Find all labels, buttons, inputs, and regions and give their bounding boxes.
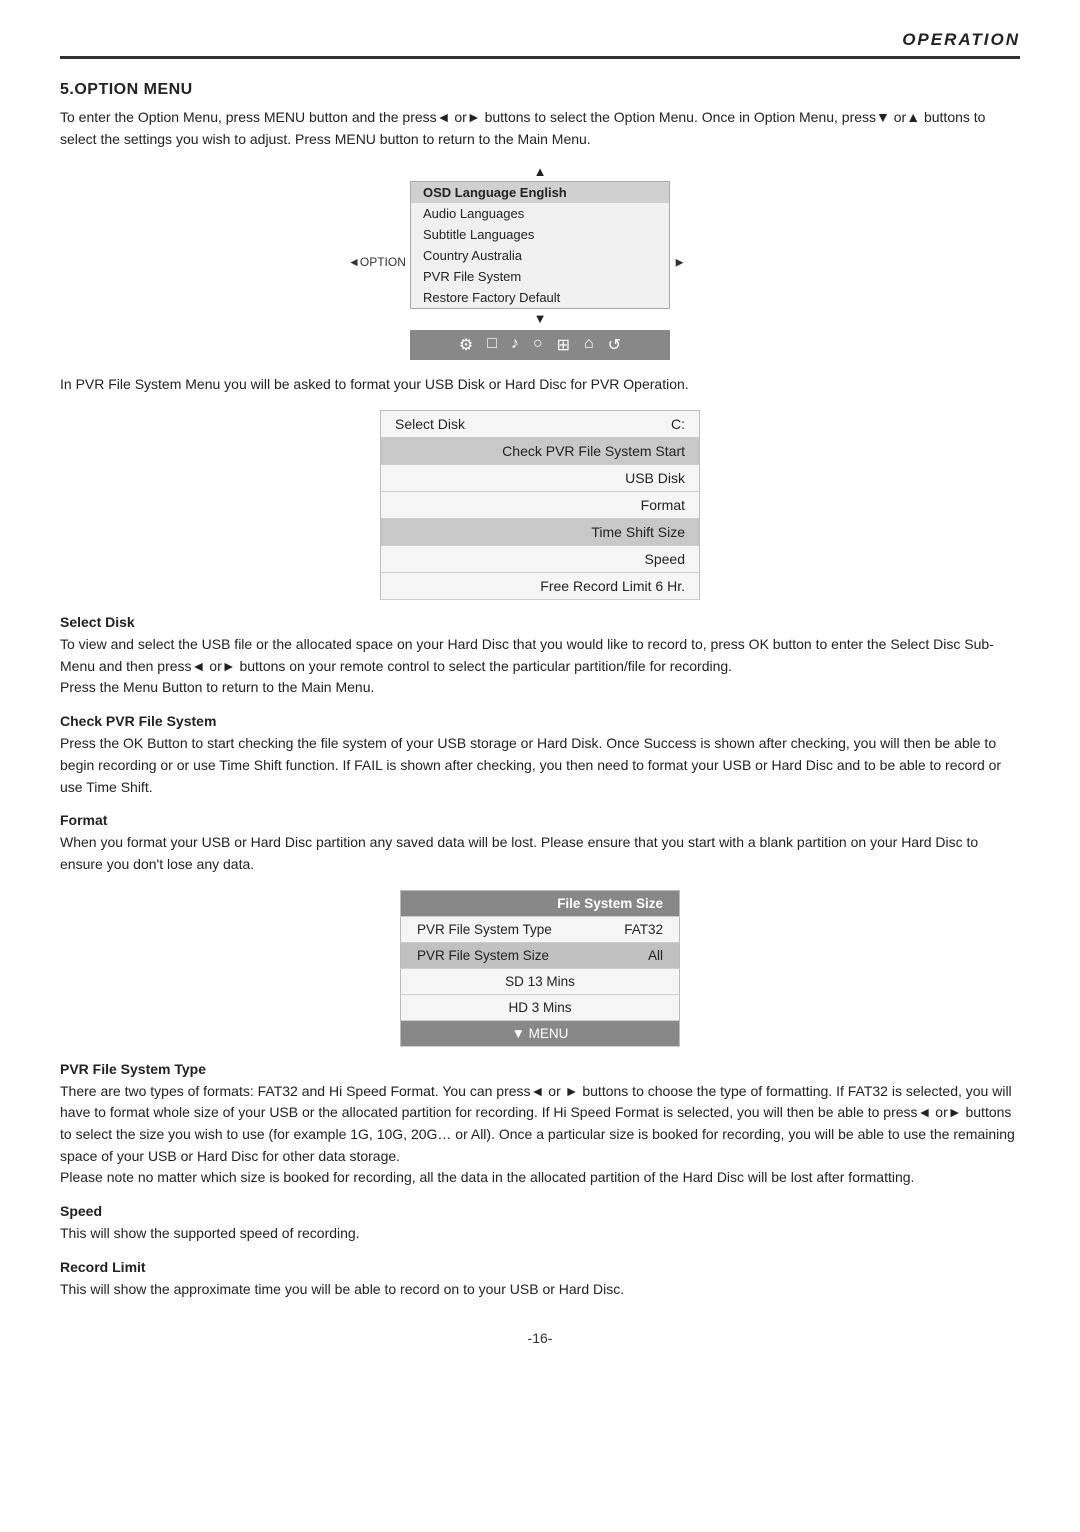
- osd-menu-container: ▲ ◄OPTION OSD Language English Audio Lan…: [410, 164, 670, 360]
- record-limit-body: This will show the approximate time you …: [60, 1279, 1020, 1301]
- format-body: When you format your USB or Hard Disc pa…: [60, 832, 1020, 875]
- osd-menu-item-1: Audio Languages: [411, 203, 669, 224]
- icon-gear: ⚙: [459, 335, 473, 355]
- intro-text: To enter the Option Menu, press MENU but…: [60, 107, 1020, 150]
- pvr-row-6-label: Free Record Limit 6 Hr.: [381, 573, 700, 600]
- pvr-description: In PVR File System Menu you will be aske…: [60, 374, 1020, 396]
- fs-menu-center: File System Size PVR File System Type FA…: [60, 890, 1020, 1047]
- pvr-row-3-label: Format: [381, 492, 700, 519]
- pvr-row-2-label: USB Disk: [381, 465, 700, 492]
- osd-icons-row: ⚙ □ ♪ ○ ⊞ ⌂ ↺: [410, 330, 670, 360]
- record-limit-title: Record Limit: [60, 1259, 1020, 1275]
- osd-menu-box: OSD Language English Audio Languages Sub…: [410, 181, 670, 309]
- icon-refresh: ↺: [608, 335, 621, 355]
- osd-menu-item-5: Restore Factory Default: [411, 287, 669, 308]
- pvr-row-0-label: Select Disk: [381, 411, 604, 438]
- osd-arrow-down: ▼: [410, 311, 670, 326]
- osd-menu-item-2: Subtitle Languages: [411, 224, 669, 245]
- speed-body: This will show the supported speed of re…: [60, 1223, 1020, 1245]
- icon-circle: ○: [533, 335, 543, 355]
- pvr-row-3: Format: [381, 492, 700, 519]
- pvr-row-1: Check PVR File System Start: [381, 438, 700, 465]
- pvr-row-1-label: Check PVR File System Start: [381, 438, 700, 465]
- fs-header-row: File System Size: [401, 890, 680, 916]
- speed-title: Speed: [60, 1203, 1020, 1219]
- check-pvr-body: Press the OK Button to start checking th…: [60, 733, 1020, 798]
- pvr-row-2: USB Disk: [381, 465, 700, 492]
- fs-row-2: SD 13 Mins: [401, 968, 680, 994]
- section-title: 5.OPTION MENU: [60, 81, 1020, 99]
- osd-option-label: ◄OPTION: [348, 255, 406, 269]
- fs-footer-row: ▼ MENU: [401, 1020, 680, 1046]
- page-header: OPERATION: [60, 30, 1020, 59]
- icon-home: ⌂: [584, 335, 594, 355]
- fs-row-1-label: PVR File System Size: [401, 942, 597, 968]
- fs-row-3: HD 3 Mins: [401, 994, 680, 1020]
- fs-row-1-value: All: [596, 942, 679, 968]
- osd-arrow-up: ▲: [410, 164, 670, 179]
- fs-row-3-label: HD 3 Mins: [401, 994, 680, 1020]
- pvr-row-5: Speed: [381, 546, 700, 573]
- fs-menu-table: File System Size PVR File System Type FA…: [400, 890, 680, 1047]
- icon-grid: ⊞: [557, 335, 570, 355]
- fs-row-0: PVR File System Type FAT32: [401, 916, 680, 942]
- check-pvr-title: Check PVR File System: [60, 713, 1020, 729]
- pvr-row-4: Time Shift Size: [381, 519, 700, 546]
- osd-menu-item-3: Country Australia: [411, 245, 669, 266]
- osd-menu-item-0: OSD Language English: [411, 182, 669, 203]
- fs-row-1: PVR File System Size All: [401, 942, 680, 968]
- pvr-row-6: Free Record Limit 6 Hr.: [381, 573, 700, 600]
- pvr-row-5-label: Speed: [381, 546, 700, 573]
- pvr-fs-type-body: There are two types of formats: FAT32 an…: [60, 1081, 1020, 1189]
- pvr-fs-type-title: PVR File System Type: [60, 1061, 1020, 1077]
- select-disk-body: To view and select the USB file or the a…: [60, 634, 1020, 699]
- fs-footer-label: ▼ MENU: [401, 1020, 680, 1046]
- pvr-menu-center: Select Disk C: Check PVR File System Sta…: [60, 410, 1020, 600]
- pvr-row-4-label: Time Shift Size: [381, 519, 700, 546]
- icon-music: ♪: [511, 335, 519, 355]
- pvr-row-0-value: C:: [603, 411, 699, 438]
- fs-row-0-label: PVR File System Type: [401, 916, 597, 942]
- header-title: OPERATION: [902, 30, 1020, 49]
- osd-arrow-right: ►: [673, 255, 686, 270]
- pvr-menu-table: Select Disk C: Check PVR File System Sta…: [380, 410, 700, 600]
- fs-row-0-value: FAT32: [596, 916, 679, 942]
- icon-square: □: [487, 335, 497, 355]
- osd-menu-item-4: PVR File System: [411, 266, 669, 287]
- page-number: -16-: [60, 1330, 1020, 1346]
- select-disk-title: Select Disk: [60, 614, 1020, 630]
- osd-menu-center: ▲ ◄OPTION OSD Language English Audio Lan…: [60, 164, 1020, 360]
- format-title: Format: [60, 812, 1020, 828]
- pvr-row-0: Select Disk C:: [381, 411, 700, 438]
- fs-row-2-label: SD 13 Mins: [401, 968, 680, 994]
- fs-header-label: File System Size: [401, 890, 680, 916]
